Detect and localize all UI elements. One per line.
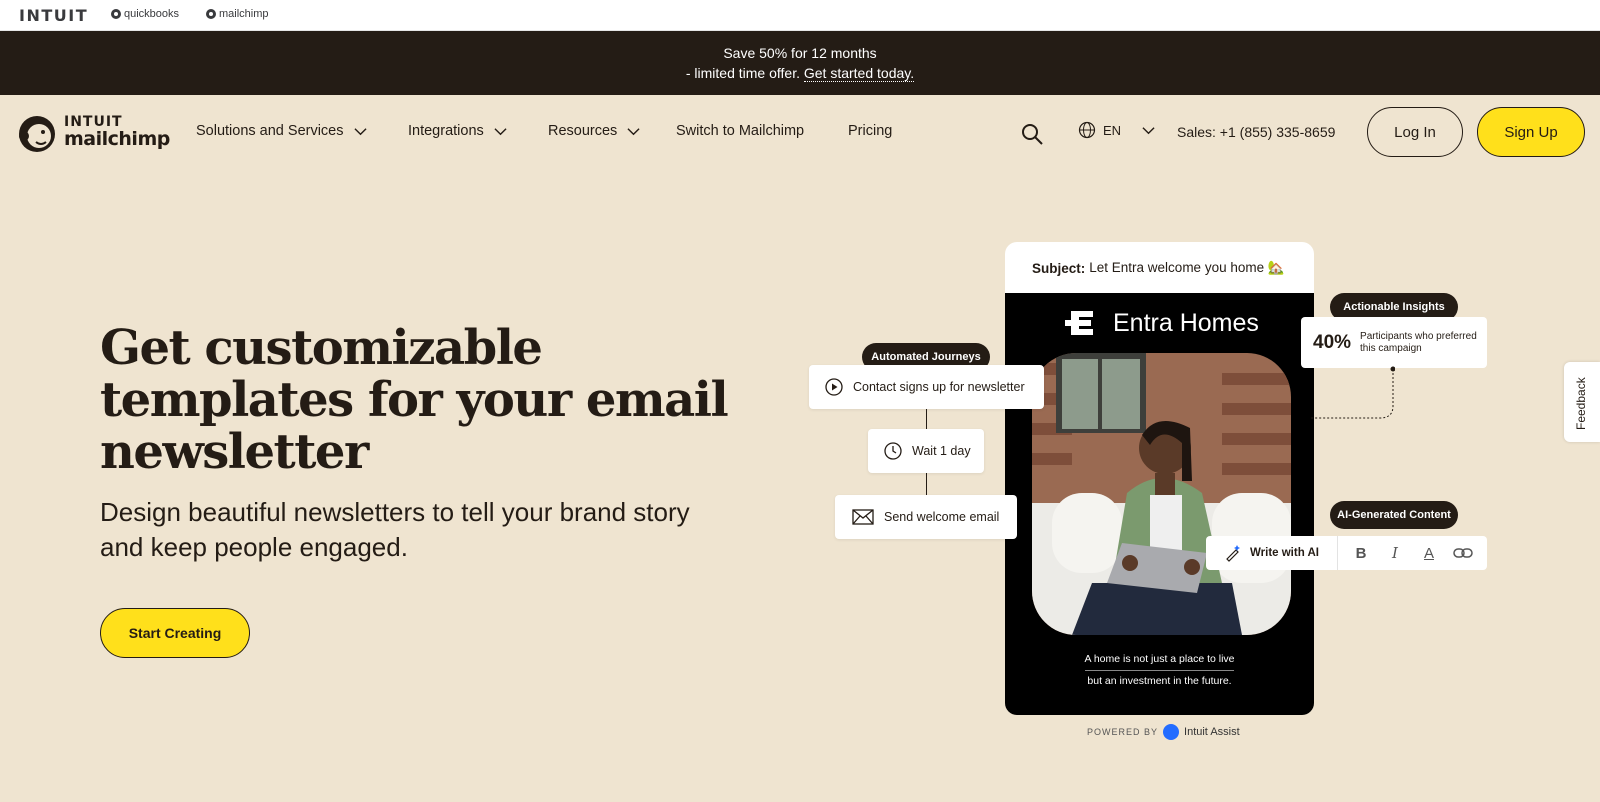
write-with-ai-label: Write with AI [1250,547,1319,559]
magic-pen-icon [1226,545,1240,562]
quickbooks-icon [111,9,121,19]
hero-subtitle: Design beautiful newsletters to tell you… [100,495,760,565]
entra-brand-name: Entra Homes [1113,308,1259,337]
subject-text: Let Entra welcome you home 🏡 [1089,260,1285,275]
mailchimp-small-icon [206,9,216,19]
quickbooks-brand-link[interactable]: quickbooks [111,8,179,20]
start-creating-button[interactable]: Start Creating [100,608,250,658]
login-button[interactable]: Log In [1367,107,1463,157]
hero-title-line: templates for your email [100,372,729,428]
ai-toolbar: Write with AI B I A [1206,536,1487,570]
hero-title: Get customizable templates for your emai… [100,322,740,478]
mailchimp-brand-link[interactable]: mailchimp [206,8,269,20]
text-color-button[interactable]: A [1412,545,1446,562]
email-subject-card: Subject: Let Entra welcome you home 🏡 [1005,242,1314,294]
promo-banner: Save 50% for 12 months - limited time of… [0,31,1600,95]
intuit-brand-link[interactable]: INTUIT [19,6,88,25]
write-with-ai-button[interactable]: Write with AI [1206,536,1338,570]
journey-connector [926,409,927,429]
chevron-down-icon [494,127,507,135]
person-with-laptop-image [1032,353,1291,635]
journey-step-wait-label: Wait 1 day [912,444,971,458]
nav-integrations-label: Integrations [408,123,484,139]
language-selector[interactable]: EN [1078,121,1155,139]
italic-button[interactable]: I [1378,544,1412,562]
journey-step-signup: Contact signs up for newsletter [809,365,1044,409]
envelope-icon [852,509,874,525]
nav-switch[interactable]: Switch to Mailchimp [676,123,804,139]
quickbooks-label: quickbooks [124,8,180,20]
play-icon [825,378,843,396]
email-preview: Entra Homes A home is not just a place t… [1005,293,1314,715]
feedback-tab[interactable]: Feedback [1564,362,1600,442]
chevron-down-icon [627,127,640,135]
main-nav: INTUIT mailchimp Solutions and Services … [0,95,1600,171]
freddie-icon [19,116,55,152]
hero-subtitle-line: and keep people engaged. [100,532,408,562]
subject-label: Subject: [1032,260,1086,276]
email-tagline-line1: A home is not just a place to live [1084,653,1235,665]
promo-line2: - limited time offer. Get started today. [0,63,1600,83]
insight-connector [1310,366,1395,419]
intuit-assist-icon [1163,724,1180,740]
entra-logo-icon [1065,311,1093,335]
search-icon[interactable] [1020,122,1044,146]
journey-connector [926,473,927,495]
hero-title-line: newsletter [100,424,369,480]
chevron-down-icon [1142,126,1155,134]
journey-step-signup-label: Contact signs up for newsletter [853,380,1025,394]
nav-pricing-label: Pricing [848,123,893,139]
insight-text: Participants who preferred this campaign [1360,330,1477,354]
globe-icon [1078,121,1096,139]
powered-by: POWERED BY Intuit Assist [1087,724,1240,740]
chevron-down-icon [353,127,367,135]
entra-brand: Entra Homes [1065,307,1259,339]
hero-title-line: Get customizable [100,320,543,376]
journey-step-send-label: Send welcome email [884,510,1000,524]
feedback-label: Feedback [1574,377,1588,430]
email-tagline-line2: but an investment in the future. [1087,675,1232,687]
brand-bar: INTUIT quickbooks mailchimp [0,0,1600,31]
insight-value: 40% [1313,331,1352,353]
promo-line1: Save 50% for 12 months [723,45,877,61]
promo-line2-text: - limited time offer. [685,65,804,81]
signup-button[interactable]: Sign Up [1477,107,1585,157]
nav-resources-label: Resources [548,123,618,139]
nav-integrations[interactable]: Integrations [408,123,507,139]
ai-generated-pill: AI-Generated Content [1330,501,1458,529]
nav-solutions-label: Solutions and Services [196,123,344,139]
powered-by-label: POWERED BY [1087,727,1159,737]
insight-card: 40% Participants who preferred this camp… [1301,317,1487,368]
sales-phone[interactable]: Sales: +1 (855) 335-8659 [1177,124,1335,140]
journey-step-send: Send welcome email [835,495,1017,539]
logo-mailchimp-text: mailchimp [64,128,170,150]
tagline-divider [1085,670,1234,671]
bold-button[interactable]: B [1344,545,1378,562]
language-label: EN [1103,122,1122,138]
journey-step-wait: Wait 1 day [868,429,984,473]
mailchimp-logo[interactable]: INTUIT mailchimp [16,110,170,156]
hero-subtitle-line: Design beautiful newsletters to tell you… [100,497,690,527]
mailchimp-label: mailchimp [219,8,269,20]
nav-resources[interactable]: Resources [548,123,640,139]
promo-get-started-link[interactable]: Get started today. [803,65,915,82]
link-icon[interactable] [1446,545,1480,561]
nav-solutions[interactable]: Solutions and Services [196,123,367,139]
nav-pricing[interactable]: Pricing [848,123,892,139]
nav-switch-label: Switch to Mailchimp [676,123,805,139]
intuit-assist-label: Intuit Assist [1184,726,1240,738]
clock-icon [884,442,902,460]
